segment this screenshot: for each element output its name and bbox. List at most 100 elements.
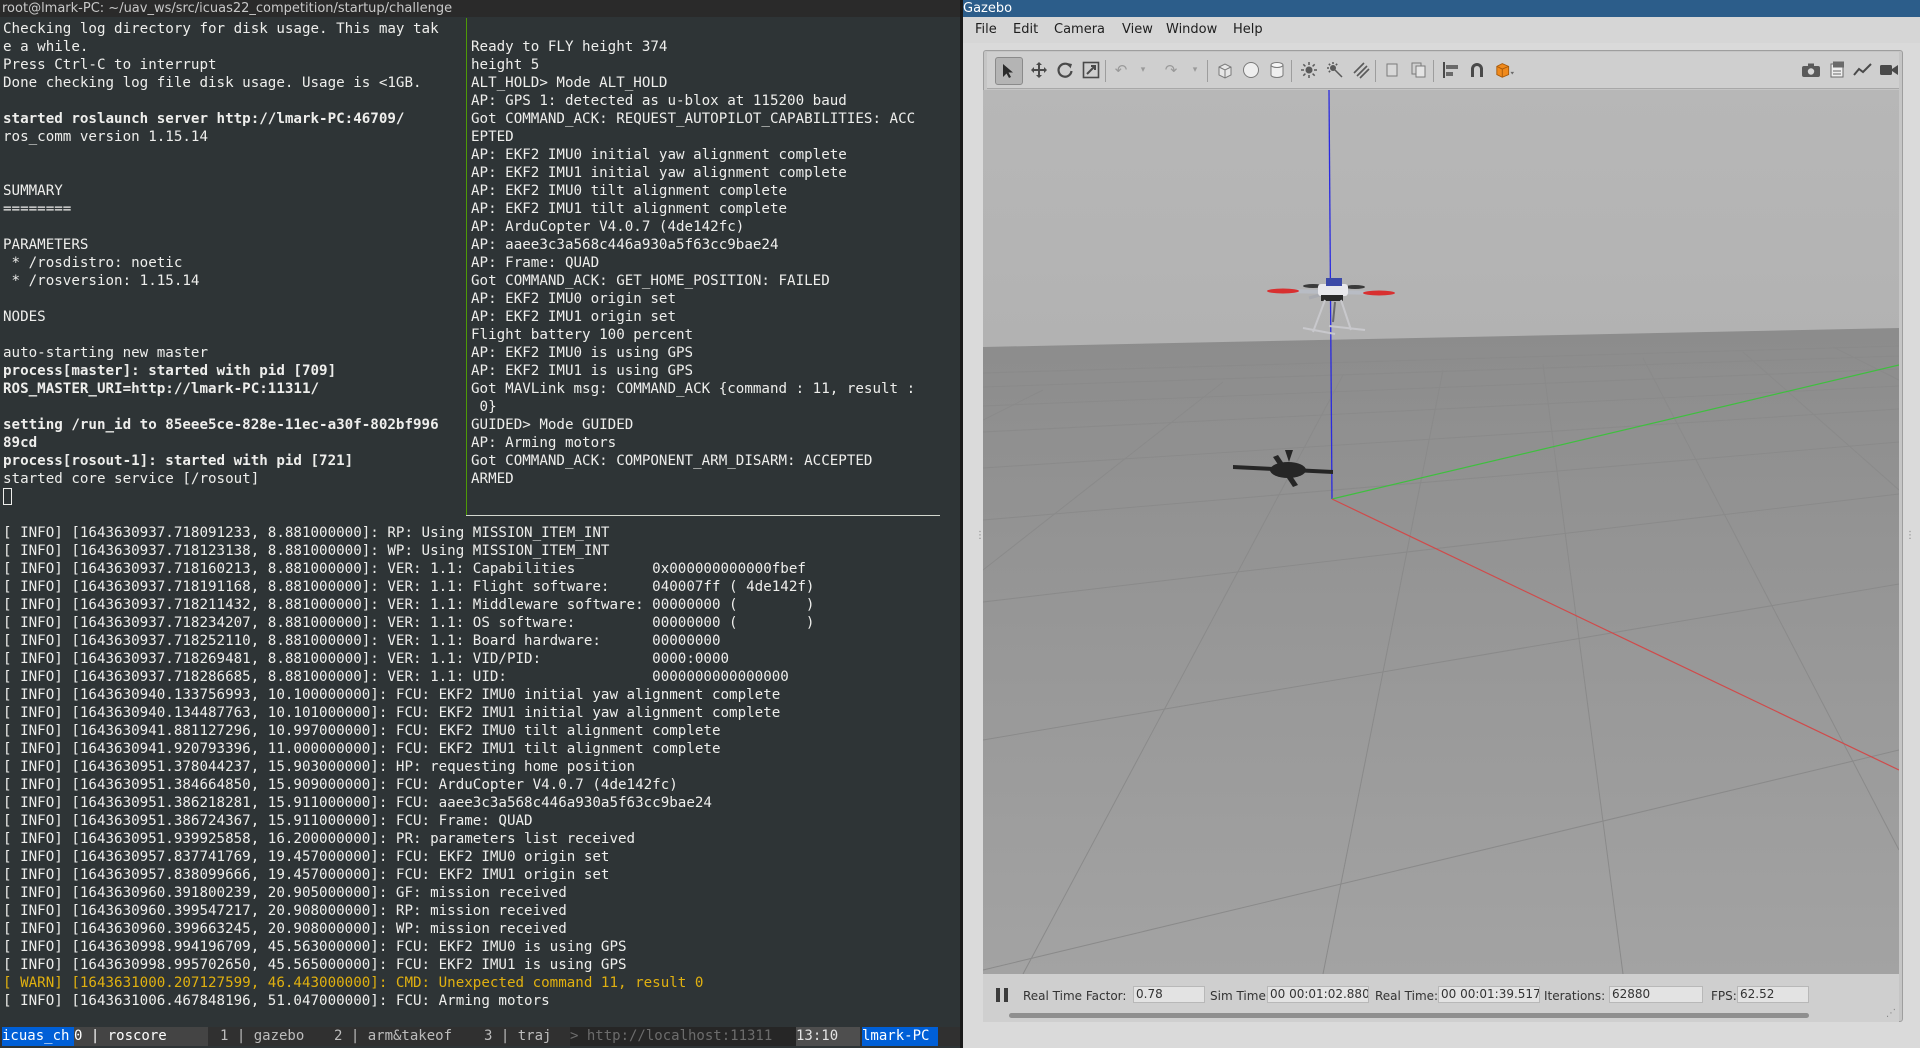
terminal-line: [ INFO] [1643630937.718091233, 8.8810000… [3, 525, 610, 541]
terminal-title: root@lmark-PC: ~/uav_ws/src/icuas22_comp… [0, 0, 960, 17]
terminal-line: [ INFO] [1643630937.718160213, 8.8810000… [3, 561, 806, 577]
spot-light-icon[interactable] [1325, 60, 1345, 80]
menu-file[interactable]: File [975, 22, 997, 37]
left-panel-handle-icon[interactable]: ⋮ [975, 530, 985, 544]
undo-history-chevron-down-icon[interactable]: ▾ [1133, 60, 1153, 80]
terminal-line: [ INFO] [1643630951.378044237, 15.903000… [3, 759, 636, 775]
terminal-line: [ INFO] [1643630957.838099666, 19.457000… [3, 867, 610, 883]
rotate-mode-icon[interactable] [1055, 60, 1075, 80]
tmux-window-3[interactable]: 3 | traj [484, 1027, 572, 1046]
terminal-line: AP: EKF2 IMU1 is using GPS [471, 363, 694, 379]
terminal-line: process[master]: started with pid [709] [3, 363, 337, 379]
terminal-line: * /rosdistro: noetic [3, 255, 183, 271]
sphere-shape-icon[interactable] [1241, 60, 1261, 80]
directional-light-icon[interactable] [1351, 60, 1371, 80]
terminal-line: [ INFO] [1643630937.718234207, 8.8810000… [3, 615, 815, 631]
iterations-value: 62880 [1609, 986, 1703, 1003]
menu-view[interactable]: View [1122, 22, 1153, 37]
terminal-line: * /rosversion: 1.15.14 [3, 273, 200, 289]
terminal-line: Ready to FLY height 374 [471, 39, 668, 55]
pane-divider-vertical[interactable] [466, 18, 467, 516]
terminal-line: 0} [471, 399, 497, 415]
tmux-window-0[interactable]: 0 | roscore [74, 1027, 208, 1046]
snap-magnet-icon[interactable] [1467, 60, 1487, 80]
tmux-window-1[interactable]: 1 | gazebo [220, 1027, 330, 1046]
tmux-hostname: lmark-PC [862, 1027, 938, 1046]
terminal-line: [ INFO] [1643630951.939925858, 16.200000… [3, 831, 636, 847]
video-record-icon[interactable] [1879, 60, 1899, 80]
scale-mode-icon[interactable] [1081, 60, 1101, 80]
terminal-line: AP: EKF2 IMU0 is using GPS [471, 345, 694, 361]
rtf-label: Real Time Factor: [1023, 989, 1127, 1003]
terminal-line: Checking log directory for disk usage. T… [3, 21, 439, 37]
cylinder-shape-icon[interactable] [1267, 60, 1287, 80]
translate-mode-icon[interactable] [1029, 60, 1049, 80]
fps-label: FPS: [1711, 989, 1737, 1003]
tmux-pane-mavproxy[interactable]: Ready to FLY height 374 height 5 ALT_HOLD>… [471, 38, 957, 510]
horizontal-scrollbar[interactable] [1009, 1013, 1809, 1018]
terminal-line: AP: ArduCopter V4.0.7 (4de142fc) [471, 219, 745, 235]
change-view-cube-icon[interactable] [1495, 60, 1515, 80]
tmux-session-name[interactable]: icuas_ch [2, 1027, 74, 1046]
terminal-line: auto-starting new master [3, 345, 208, 361]
terminal-line: SUMMARY [3, 183, 63, 199]
gazebo-3d-viewport[interactable] [983, 90, 1899, 974]
rtf-value: 0.78 [1133, 986, 1205, 1003]
terminal-line: height 5 [471, 57, 540, 73]
align-icon[interactable] [1441, 60, 1461, 80]
terminal-line: [ INFO] [1643631006.467848196, 51.047000… [3, 993, 550, 1009]
terminal-line: NODES [3, 309, 46, 325]
menu-help[interactable]: Help [1233, 22, 1263, 37]
pause-button[interactable] [993, 986, 1011, 1004]
terminal-line: [ INFO] [1643630941.881127296, 10.997000… [3, 723, 721, 739]
select-mode-icon[interactable] [995, 57, 1023, 85]
terminal-line: EPTED [471, 129, 514, 145]
undo-icon[interactable]: ↶ [1111, 60, 1131, 80]
terminal-line: ALT_HOLD> Mode ALT_HOLD [471, 75, 668, 91]
terminal-line: e a while. [3, 39, 89, 55]
gazebo-status-bar: Real Time Factor: 0.78 Sim Time: 00 00:0… [983, 974, 1899, 1022]
plot-icon[interactable] [1853, 60, 1873, 80]
terminal-window[interactable]: root@lmark-PC: ~/uav_ws/src/icuas22_comp… [0, 0, 960, 1048]
terminal-line: [ INFO] [1643630940.134487763, 10.101000… [3, 705, 781, 721]
terminal-line: 89cd [3, 435, 38, 451]
terminal-line: [ INFO] [1643630937.718211432, 8.8810000… [3, 597, 815, 613]
terminal-line: AP: EKF2 IMU1 tilt alignment complete [471, 201, 788, 217]
point-light-icon[interactable] [1299, 60, 1319, 80]
pane-divider-horizontal[interactable] [466, 515, 940, 516]
terminal-line: [ INFO] [1643630998.995702650, 45.565000… [3, 957, 627, 973]
redo-icon[interactable]: ↷ [1161, 60, 1181, 80]
terminal-prompt-line[interactable] [3, 488, 465, 506]
screenshot-camera-icon[interactable] [1801, 60, 1821, 80]
terminal-line: setting /run_id to 85eee5ce-828e-11ec-a3… [3, 417, 439, 433]
gazebo-menubar: File Edit Camera View Window Help [963, 17, 1920, 43]
terminal-line: [ INFO] [1643630957.837741769, 19.457000… [3, 849, 610, 865]
real-time-label: Real Time: [1375, 989, 1439, 1003]
box-shape-icon[interactable] [1215, 60, 1235, 80]
gazebo-window[interactable]: Gazebo File Edit Camera View Window Help… [963, 0, 1920, 1048]
log-icon[interactable] [1827, 60, 1847, 80]
menu-camera[interactable]: Camera [1054, 22, 1105, 37]
terminal-line: [ INFO] [1643630940.133756993, 10.100000… [3, 687, 781, 703]
menu-edit[interactable]: Edit [1013, 22, 1038, 37]
tmux-pane-mavros-log[interactable]: [ INFO] [1643630937.718091233, 8.8810000… [3, 524, 957, 1014]
right-panel-handle-icon[interactable]: ⋮ [1905, 530, 1915, 544]
terminal-line: [ INFO] [1643630937.718191168, 8.8810000… [3, 579, 815, 595]
paste-icon[interactable] [1409, 60, 1429, 80]
terminal-line: ros_comm version 1.15.14 [3, 129, 208, 145]
terminal-line: started core service [/rosout] [3, 471, 260, 487]
terminal-line: [ INFO] [1643630941.920793396, 11.000000… [3, 741, 721, 757]
tmux-status-bar: icuas_ch 0 | roscore 1 | gazebo 2 | arm&… [0, 1027, 960, 1046]
tmux-pane-roscore[interactable]: Checking log directory for disk usage. T… [3, 20, 465, 510]
terminal-line: started roslaunch server http://lmark-PC… [3, 111, 405, 127]
terminal-line: [ INFO] [1643630951.386218281, 15.911000… [3, 795, 712, 811]
redo-history-chevron-down-icon[interactable]: ▾ [1185, 60, 1205, 80]
menu-window[interactable]: Window [1166, 22, 1217, 37]
tmux-window-2[interactable]: 2 | arm&takeof [334, 1027, 480, 1046]
resize-grip-icon[interactable]: ⋰ [1886, 1008, 1896, 1019]
iterations-label: Iterations: [1544, 989, 1606, 1003]
copy-icon[interactable] [1383, 60, 1403, 80]
